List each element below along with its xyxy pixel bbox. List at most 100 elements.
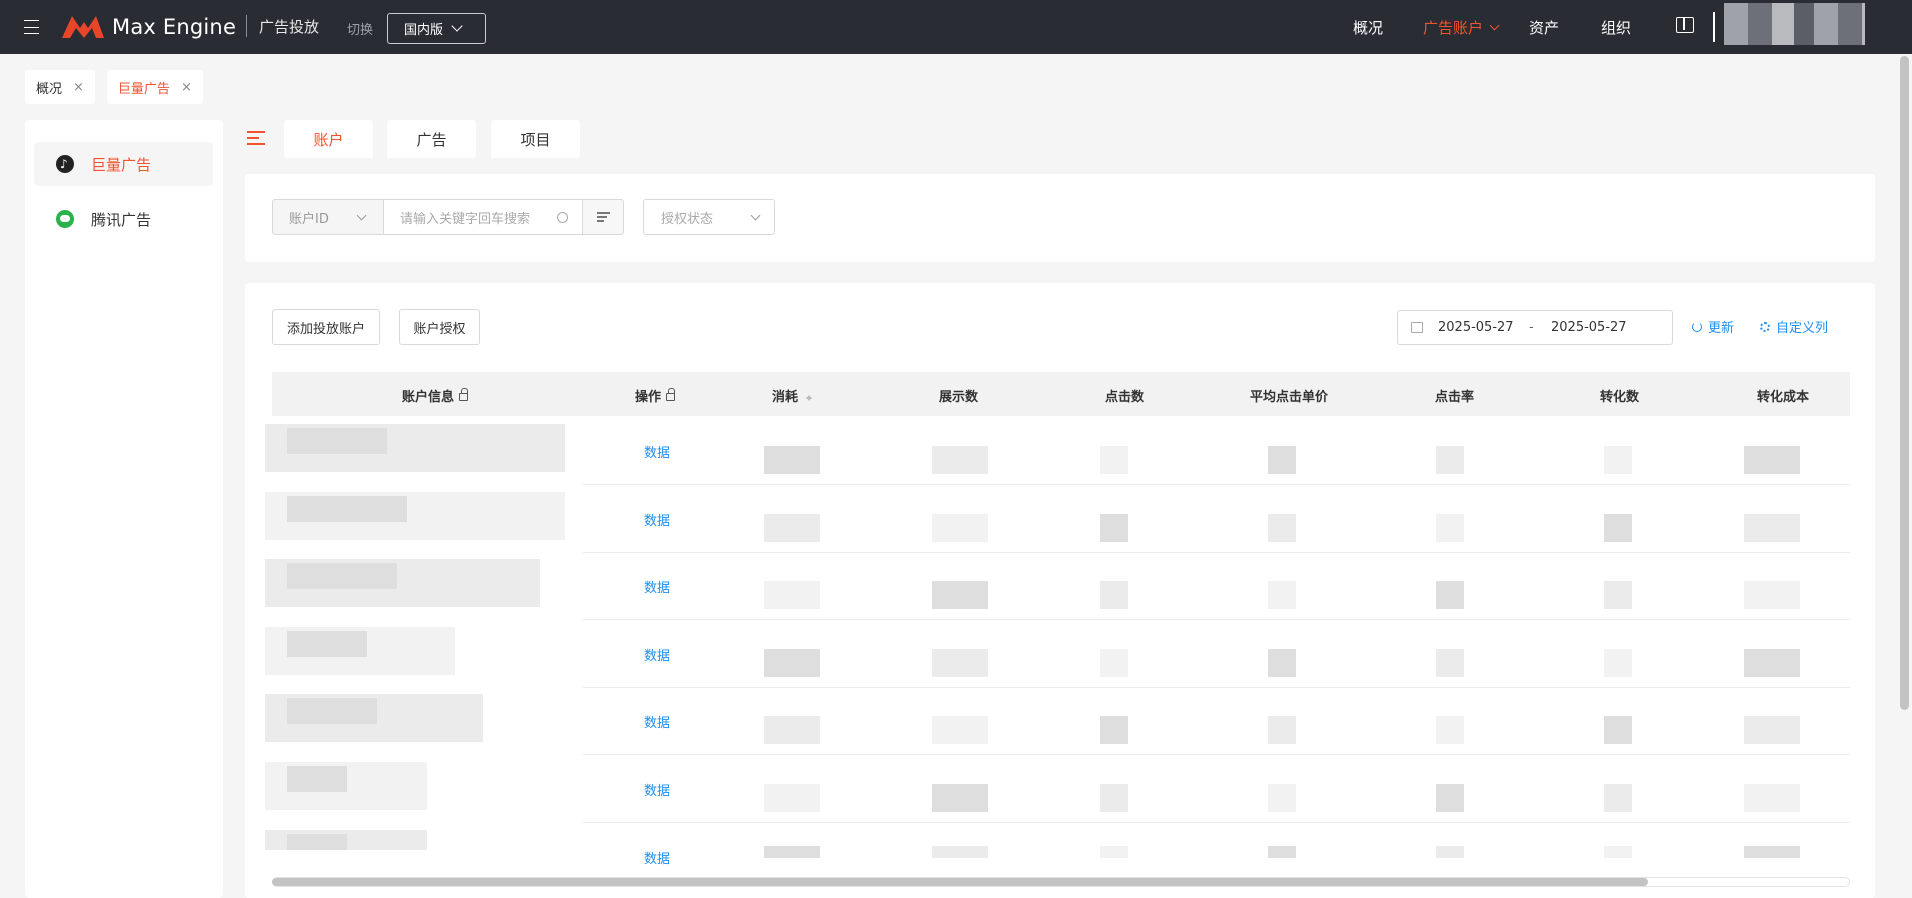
field-select[interactable]: 账户ID — [272, 199, 384, 235]
account-info-redacted — [287, 631, 367, 657]
tiktok-icon — [56, 155, 74, 173]
metric-cell-redacted — [1744, 846, 1800, 858]
custom-columns-button[interactable]: 自定义列 — [1760, 317, 1828, 336]
search-icon[interactable] — [557, 212, 568, 223]
date-range-picker[interactable]: 2025-05-27 - 2025-05-27 — [1397, 310, 1673, 345]
metric-cell-redacted — [764, 716, 820, 744]
wechat-icon — [56, 210, 74, 228]
sort-icon[interactable] — [806, 392, 813, 404]
table-header: 账户信息 操作 消耗 展示数 点击数 平均点击单价 点击率 转化数 转化成本 — [272, 372, 1850, 416]
metric-cell-redacted — [932, 716, 988, 744]
column-header: 点击率 — [1435, 390, 1475, 405]
tab-ocean-engine[interactable]: 巨量广告 × — [106, 70, 203, 104]
metric-cell-redacted — [1604, 784, 1632, 812]
row-divider — [583, 754, 1850, 755]
header-divider — [1713, 12, 1715, 42]
metric-cell-redacted — [1100, 514, 1128, 542]
refresh-label: 更新 — [1708, 321, 1735, 336]
metric-cell-redacted — [1436, 716, 1464, 744]
logo[interactable]: Max Engine — [60, 14, 236, 40]
collapse-sidebar-icon[interactable] — [247, 131, 267, 149]
metric-cell-redacted — [764, 846, 820, 858]
column-header[interactable]: 消耗 — [772, 386, 813, 405]
chevron-down-icon — [750, 210, 761, 221]
date-start[interactable]: 2025-05-27 — [1438, 320, 1514, 335]
field-select-value: 账户ID — [289, 211, 329, 227]
metric-cell-redacted — [764, 581, 820, 609]
column-header: 点击数 — [1105, 390, 1145, 405]
account-info-redacted — [287, 563, 397, 589]
region-select[interactable]: 国内版 — [387, 13, 486, 44]
nav-overview[interactable]: 概况 — [1353, 17, 1383, 38]
tab-label: 巨量广告 — [117, 81, 170, 97]
auth-status-select[interactable]: 授权状态 — [643, 199, 775, 235]
tab-projects[interactable]: 项目 — [491, 120, 580, 158]
metric-cell-redacted — [764, 649, 820, 677]
search-placeholder: 请输入关键字回车搜索 — [400, 211, 531, 227]
sidebar-item-label: 腾讯广告 — [91, 210, 152, 229]
metric-cell-redacted — [1100, 649, 1128, 677]
column-header: 转化成本 — [1757, 390, 1810, 405]
account-info-redacted — [287, 834, 347, 850]
header-divider — [246, 15, 247, 37]
metric-cell-redacted — [1604, 846, 1632, 858]
date-end[interactable]: 2025-05-27 — [1551, 320, 1627, 335]
sidebar-item-ocean-engine[interactable]: 巨量广告 — [34, 142, 213, 186]
metric-cell-redacted — [1604, 581, 1632, 609]
data-link[interactable]: 数据 — [644, 442, 670, 461]
lock-icon — [666, 388, 676, 401]
tab-accounts[interactable]: 账户 — [284, 120, 373, 158]
metric-cell-redacted — [1100, 716, 1128, 744]
nav-assets[interactable]: 资产 — [1529, 17, 1559, 38]
horizontal-scrollbar[interactable] — [272, 878, 1648, 886]
metric-cell-redacted — [1604, 514, 1632, 542]
lock-icon — [459, 388, 469, 401]
nav-ad-accounts-label: 广告账户 — [1423, 19, 1484, 37]
metric-cell-redacted — [1604, 649, 1632, 677]
close-icon[interactable]: × — [181, 80, 192, 95]
metric-cell-redacted — [932, 514, 988, 542]
nav-ad-accounts[interactable]: 广告账户 — [1423, 17, 1500, 38]
sidebar-item-tencent-ads[interactable]: 腾讯广告 — [34, 197, 213, 241]
data-link[interactable]: 数据 — [644, 712, 670, 731]
refresh-button[interactable]: 更新 — [1692, 317, 1734, 336]
data-link[interactable]: 数据 — [644, 780, 670, 799]
vertical-scrollbar[interactable] — [1900, 56, 1909, 710]
metric-cell-redacted — [1436, 846, 1464, 858]
row-divider — [583, 552, 1850, 553]
data-link[interactable]: 数据 — [644, 577, 670, 596]
date-separator: - — [1529, 320, 1534, 335]
column-header: 账户信息 — [402, 386, 469, 405]
tab-ads[interactable]: 广告 — [387, 120, 476, 158]
metric-cell-redacted — [1744, 716, 1800, 744]
search-input[interactable]: 请输入关键字回车搜索 — [383, 199, 583, 235]
user-avatar[interactable] — [1724, 3, 1865, 45]
max-engine-logo-icon — [62, 16, 104, 38]
tab-overview[interactable]: 概况 × — [25, 70, 95, 104]
menu-icon[interactable] — [24, 17, 44, 37]
metric-cell-redacted — [932, 446, 988, 474]
metric-cell-redacted — [1268, 446, 1296, 474]
metric-cell-redacted — [1436, 581, 1464, 609]
filter-options-button[interactable] — [582, 199, 624, 235]
metric-cell-redacted — [1744, 514, 1800, 542]
column-header: 展示数 — [939, 390, 979, 405]
book-icon[interactable] — [1676, 17, 1694, 33]
metric-cell-redacted — [764, 446, 820, 474]
auth-status-placeholder: 授权状态 — [661, 211, 714, 227]
data-link[interactable]: 数据 — [644, 645, 670, 664]
top-bar: Max Engine 广告投放 切换 国内版 概况 广告账户 资产 组织 — [0, 0, 1912, 54]
account-info-redacted — [287, 698, 377, 724]
add-account-button[interactable]: 添加投放账户 — [272, 309, 380, 345]
close-icon[interactable]: × — [73, 80, 84, 95]
column-label: 消耗 — [772, 390, 799, 405]
data-link[interactable]: 数据 — [644, 848, 670, 867]
data-link[interactable]: 数据 — [644, 510, 670, 529]
nav-organization[interactable]: 组织 — [1601, 17, 1631, 38]
sidebar-item-label: 巨量广告 — [91, 155, 152, 174]
authorize-account-button[interactable]: 账户授权 — [399, 309, 480, 345]
sidebar: 巨量广告 腾讯广告 — [25, 120, 223, 898]
metric-cell-redacted — [1268, 514, 1296, 542]
product-name: 广告投放 — [259, 18, 320, 36]
switch-label: 切换 — [347, 23, 374, 38]
